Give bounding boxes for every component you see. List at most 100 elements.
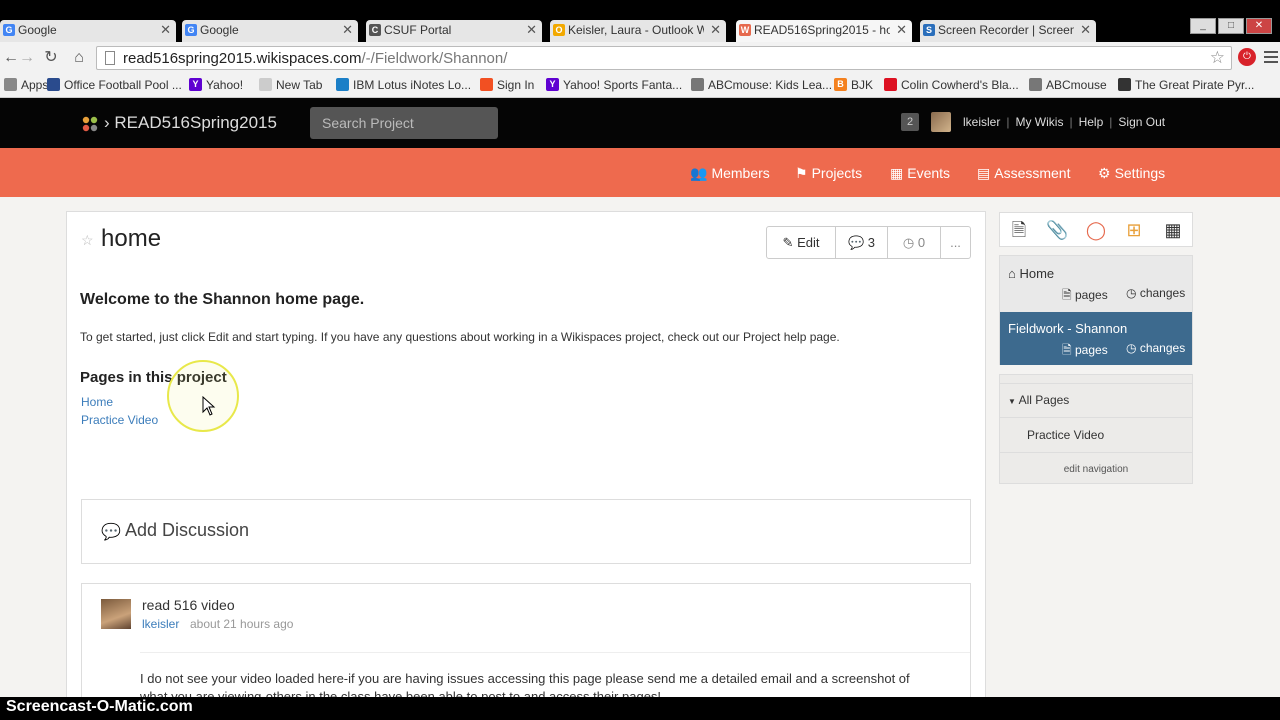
history-button[interactable]: ◷ 0: [888, 227, 941, 258]
tab-title: Google: [200, 23, 239, 37]
favorite-star-icon[interactable]: ☆: [81, 232, 94, 249]
browser-tab-outlook[interactable]: O Keisler, Laura - Outlook W ✕: [550, 20, 726, 42]
close-icon[interactable]: ✕: [160, 22, 171, 38]
abcmouse-icon: [691, 78, 704, 91]
changes-label: changes: [1139, 341, 1186, 355]
nav-settings[interactable]: ⚙ Settings: [1098, 165, 1165, 182]
browser-tab-wikispaces[interactable]: W READ516Spring2015 - hon ✕: [736, 20, 912, 42]
browser-tab-google-1[interactable]: G Google ✕: [0, 20, 176, 42]
bookmark-abcmouse[interactable]: ABCmouse: [1029, 78, 1107, 92]
caret-down-icon: ▼: [1008, 397, 1016, 406]
bookmark-label: The Great Pirate Pyr...: [1135, 78, 1255, 92]
wikispaces-favicon-icon: W: [739, 24, 751, 36]
abcmouse-icon: [1029, 78, 1042, 91]
sitemap-icon[interactable]: ⊞: [1123, 219, 1145, 241]
maximize-icon[interactable]: □: [1218, 18, 1244, 34]
page-link-home[interactable]: Home: [81, 395, 113, 409]
close-icon[interactable]: ✕: [710, 22, 721, 38]
url-text[interactable]: read516spring2015.wikispaces.com/-/Field…: [123, 50, 507, 67]
wikispaces-logo-icon[interactable]: [80, 114, 100, 134]
home-changes-link[interactable]: ◷ changes: [1126, 286, 1185, 300]
thread-author-link[interactable]: lkeisler: [142, 617, 179, 631]
bookmark-bjk[interactable]: B BJK: [834, 78, 873, 92]
close-icon[interactable]: ✕: [1080, 22, 1091, 38]
home-icon[interactable]: ⌂: [70, 49, 88, 67]
nav-events[interactable]: ▦ Events: [890, 165, 950, 182]
calendar-icon: ▦: [890, 165, 904, 181]
bookmark-apps[interactable]: Apps: [4, 78, 48, 92]
page-document-icon[interactable]: 🗎: [1008, 219, 1030, 241]
edit-navigation-link[interactable]: edit navigation: [1000, 464, 1192, 475]
more-button[interactable]: ...: [941, 227, 970, 258]
sidebar-item-label: Home: [1019, 266, 1055, 281]
calendar-icon[interactable]: ▦: [1162, 219, 1184, 241]
attachment-icon[interactable]: 📎: [1046, 219, 1068, 241]
page-icon: [105, 51, 115, 65]
page-link-practice-video[interactable]: Practice Video: [81, 413, 158, 427]
bookmarks-bar: Apps Office Football Pool ... Y Yahoo! Ne…: [0, 74, 1280, 98]
nav-members[interactable]: 👥 Members: [690, 165, 770, 182]
forward-arrow-icon[interactable]: →: [18, 49, 36, 67]
nav-label: Assessment: [994, 165, 1071, 181]
fieldwork-changes-link[interactable]: ◷ changes: [1126, 341, 1185, 355]
page-action-buttons: ✎ Edit 💬 3 ◷ 0 ...: [766, 226, 971, 259]
nav-projects[interactable]: ⚑ Projects: [795, 165, 862, 182]
close-icon[interactable]: ✕: [896, 22, 907, 38]
notification-count-badge[interactable]: 2: [901, 113, 919, 131]
close-icon[interactable]: ✕: [526, 22, 537, 38]
home-pages-link[interactable]: 🗎 pages: [1062, 286, 1108, 307]
nav-label: Settings: [1114, 165, 1166, 181]
user-avatar[interactable]: [931, 112, 951, 132]
window-close-icon[interactable]: ✕: [1246, 18, 1272, 34]
browser-tab-strip: G Google ✕ G Google ✕ C CSUF Portal ✕ O …: [0, 0, 1280, 42]
fieldwork-pages-link[interactable]: 🗎 pages: [1062, 341, 1108, 362]
bookmark-colin-cowherd[interactable]: Colin Cowherd's Bla...: [884, 78, 1019, 92]
browser-tab-csuf[interactable]: C CSUF Portal ✕: [366, 20, 542, 42]
bookmark-sign-in[interactable]: Sign In: [480, 78, 534, 92]
browser-toolbar: ← → ↻ ⌂ read516spring2015.wikispaces.com…: [0, 42, 1280, 74]
reload-icon[interactable]: ↻: [42, 49, 60, 67]
browser-tab-screenrecorder[interactable]: S Screen Recorder | Screenc ✕: [920, 20, 1096, 42]
divider: [1000, 452, 1192, 453]
thread-title[interactable]: read 516 video: [142, 597, 235, 613]
site-header: › READ516Spring2015 2 lkeisler|My Wikis|…: [0, 98, 1280, 148]
sidebar-item-practice-video[interactable]: Practice Video: [1027, 428, 1104, 442]
bookmark-label: Yahoo! Sports Fanta...: [563, 78, 683, 92]
bookmark-star-icon[interactable]: ☆: [1210, 48, 1225, 68]
bookmark-pirate[interactable]: The Great Pirate Pyr...: [1118, 78, 1254, 92]
tab-row: G Google ✕ G Google ✕ C CSUF Portal ✕ O …: [0, 20, 1280, 42]
help-link[interactable]: Help: [1079, 115, 1104, 129]
bookmark-yahoo[interactable]: Y Yahoo!: [189, 78, 243, 92]
blogger-icon: B: [834, 78, 847, 91]
sidebar-item-home[interactable]: ⌂ Home: [1008, 266, 1054, 281]
extension-icon[interactable]: ⏻: [1238, 48, 1256, 66]
pages-label: pages: [1075, 288, 1108, 302]
minimize-icon[interactable]: _: [1190, 18, 1216, 34]
address-bar[interactable]: read516spring2015.wikispaces.com/-/Field…: [96, 46, 1232, 70]
close-icon[interactable]: ✕: [342, 22, 353, 38]
username-link[interactable]: lkeisler: [963, 115, 1000, 129]
edit-button[interactable]: ✎ Edit: [767, 227, 836, 258]
nav-assessment[interactable]: ▤ Assessment: [977, 165, 1070, 182]
comments-button[interactable]: 💬 3: [836, 227, 888, 258]
bookmark-label: Apps: [21, 78, 49, 92]
browser-menu-icon[interactable]: [1264, 48, 1278, 66]
add-discussion-button[interactable]: 💬 Add Discussion: [81, 499, 971, 564]
user-links: lkeisler | My Wikis | Help | Sign Out: [963, 115, 1166, 129]
clock-icon: ◷: [1126, 286, 1137, 300]
sign-out-link[interactable]: Sign Out: [1118, 115, 1165, 129]
bookmark-yahoo-sports[interactable]: Y Yahoo! Sports Fanta...: [546, 78, 682, 92]
browser-tab-google-2[interactable]: G Google ✕: [182, 20, 358, 42]
my-wikis-link[interactable]: My Wikis: [1015, 115, 1063, 129]
discussion-icon[interactable]: ◯: [1085, 219, 1107, 241]
bookmark-office-football[interactable]: Office Football Pool ...: [47, 78, 182, 92]
project-name-link[interactable]: › READ516Spring2015: [104, 113, 277, 133]
bookmark-new-tab[interactable]: New Tab: [259, 78, 322, 92]
all-pages-toggle[interactable]: ▼ All Pages: [1008, 393, 1069, 407]
bookmark-abcmouse-kids[interactable]: ABCmouse: Kids Lea...: [691, 78, 832, 92]
all-pages-label: All Pages: [1018, 393, 1070, 407]
search-input[interactable]: [310, 107, 498, 139]
sidebar-item-fieldwork-shannon[interactable]: Fieldwork - Shannon 🗎 pages ◷ changes: [1000, 312, 1192, 365]
author-avatar[interactable]: [101, 599, 131, 629]
bookmark-ibm-lotus[interactable]: IBM Lotus iNotes Lo...: [336, 78, 471, 92]
